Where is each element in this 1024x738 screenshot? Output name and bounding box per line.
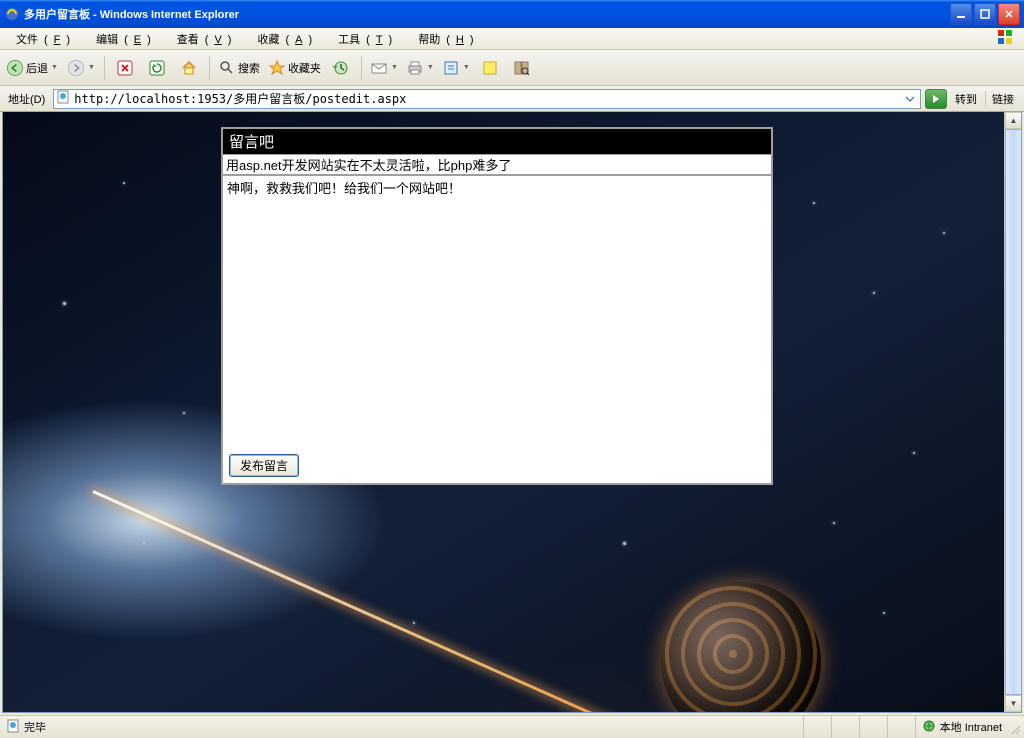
links-label[interactable]: 链接 (985, 91, 1020, 107)
minimize-button[interactable] (950, 3, 972, 25)
message-form: 留言吧 神啊，救救我们吧！给我们一个网站吧！ 发布留言 (221, 127, 773, 485)
ie-page-icon (4, 6, 20, 22)
window-title: 多用户留言板 - Windows Internet Explorer (24, 6, 950, 22)
favorites-button[interactable]: 收藏夹 (266, 54, 323, 82)
separator (209, 56, 210, 80)
zone-pane: 本地 Intranet (915, 716, 1008, 738)
history-button[interactable] (327, 54, 355, 82)
menu-file[interactable]: 文件(F) (4, 29, 76, 49)
chevron-down-icon: ▼ (462, 64, 470, 71)
window-buttons (950, 3, 1020, 25)
url-input[interactable] (74, 92, 898, 106)
home-button[interactable] (175, 54, 203, 82)
toolbar: 后退 ▼ ▼ 搜索 收藏夹 ▼ ▼ ▼ (0, 50, 1024, 86)
subject-input[interactable] (223, 154, 771, 175)
menu-help[interactable]: 帮助(H) (406, 29, 479, 49)
address-bar: 地址(D) 转到 链接 (0, 86, 1024, 112)
favorites-label: 收藏夹 (288, 60, 321, 76)
body-textarea[interactable]: 神啊，救救我们吧！给我们一个网站吧！ (223, 175, 771, 437)
maximize-button[interactable] (974, 3, 996, 25)
status-pane (803, 716, 831, 738)
titlebar: 多用户留言板 - Windows Internet Explorer (0, 0, 1024, 28)
refresh-button[interactable] (143, 54, 171, 82)
zone-label: 本地 Intranet (940, 719, 1002, 735)
search-label: 搜索 (238, 60, 260, 76)
status-pane (859, 716, 887, 738)
menubar: 文件(F) 编辑(E) 查看(V) 收藏(A) 工具(T) 帮助(H) (0, 28, 1024, 50)
scroll-down-button[interactable]: ▼ (1005, 695, 1022, 712)
status-pane (887, 716, 915, 738)
page-icon (56, 90, 70, 107)
status-text: 完毕 (24, 719, 46, 735)
vertical-scrollbar[interactable]: ▲ ▼ (1004, 112, 1021, 712)
address-label: 地址(D) (4, 91, 49, 107)
chevron-down-icon: ▼ (426, 64, 434, 71)
chevron-down-icon: ▼ (50, 64, 58, 71)
status-bar: 完毕 本地 Intranet (0, 715, 1024, 738)
scroll-up-button[interactable]: ▲ (1005, 112, 1022, 129)
forward-button[interactable]: ▼ (64, 52, 98, 84)
chevron-down-icon: ▼ (390, 64, 398, 71)
menu-tools[interactable]: 工具(T) (326, 29, 398, 49)
mail-button[interactable]: ▼ (368, 54, 400, 82)
research-button[interactable] (508, 54, 536, 82)
address-field[interactable] (53, 89, 921, 109)
menu-view[interactable]: 查看(V) (165, 29, 238, 49)
go-label: 转到 (951, 91, 981, 107)
go-button[interactable] (925, 89, 947, 109)
done-icon (6, 719, 20, 736)
status-pane (831, 716, 859, 738)
search-button[interactable]: 搜索 (216, 54, 262, 82)
page-content: 留言吧 神啊，救救我们吧！给我们一个网站吧！ 发布留言 ▲ ▼ (2, 112, 1022, 713)
close-button[interactable] (998, 3, 1020, 25)
back-button[interactable]: 后退 ▼ (4, 52, 60, 84)
edit-button[interactable]: ▼ (440, 54, 472, 82)
stop-button[interactable] (111, 54, 139, 82)
menu-edit[interactable]: 编辑(E) (84, 29, 157, 49)
submit-button[interactable]: 发布留言 (229, 454, 299, 477)
resize-grip[interactable] (1008, 716, 1024, 738)
print-button[interactable]: ▼ (404, 54, 436, 82)
separator (104, 56, 105, 80)
form-header: 留言吧 (223, 129, 771, 154)
back-label: 后退 (26, 60, 48, 76)
separator (361, 56, 362, 80)
notes-button[interactable] (476, 54, 504, 82)
address-dropdown-icon[interactable] (902, 91, 918, 107)
menu-favorites[interactable]: 收藏(A) (245, 29, 318, 49)
chevron-down-icon: ▼ (87, 64, 95, 71)
scroll-thumb[interactable] (1005, 129, 1022, 695)
intranet-icon (922, 719, 936, 736)
planet-decoration (661, 582, 821, 713)
ie-logo-icon (990, 25, 1020, 52)
